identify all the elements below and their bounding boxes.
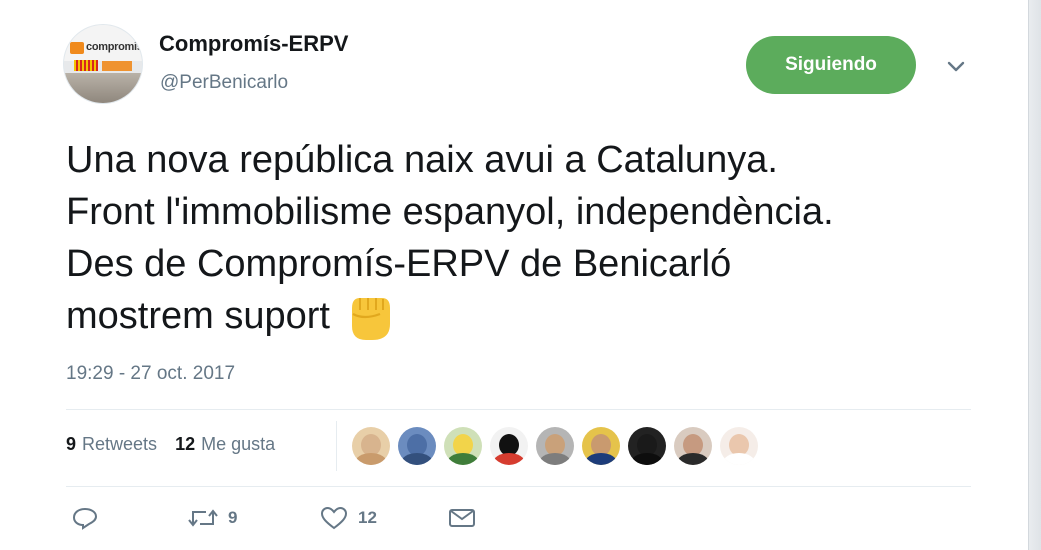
account-handle[interactable]: @PerBenicarlo xyxy=(160,72,288,94)
liker-shoulders xyxy=(539,453,571,465)
like-button[interactable]: 12 xyxy=(320,506,448,530)
tweet-line: Front l'immobilisme espanyol, independèn… xyxy=(66,191,834,233)
chevron-down-icon[interactable] xyxy=(945,58,967,76)
flag-icon xyxy=(74,60,98,71)
avatar[interactable]: compromis xyxy=(64,25,142,103)
liker-shoulders xyxy=(677,453,709,465)
reply-icon xyxy=(72,506,98,530)
tweet-line-text: mostrem suport xyxy=(66,295,330,337)
liker-shoulders xyxy=(631,453,663,465)
liker-shoulders xyxy=(447,453,479,465)
liker-avatar[interactable] xyxy=(490,427,528,465)
tweet-actions: 9 12 xyxy=(66,506,476,530)
liker-shoulders xyxy=(585,453,617,465)
liker-avatar[interactable] xyxy=(398,427,436,465)
retweets-label: Retweets xyxy=(82,434,158,454)
tweet-stats: 9 Retweets 12 Me gusta xyxy=(66,434,293,455)
likes-label: Me gusta xyxy=(201,434,276,454)
account-name[interactable]: Compromís-ERPV xyxy=(159,31,348,57)
liker-avatar[interactable] xyxy=(444,427,482,465)
avatar-brand-text: compromis xyxy=(86,41,142,53)
retweets-stat[interactable]: 9 Retweets xyxy=(66,434,157,455)
like-count: 12 xyxy=(358,508,377,527)
liker-avatars xyxy=(352,427,766,465)
likes-count: 12 xyxy=(175,434,196,454)
direct-message-button[interactable] xyxy=(448,507,476,529)
tweet-line: Una nova república naix avui a Catalunya… xyxy=(66,139,778,181)
likes-stat[interactable]: 12 Me gusta xyxy=(175,434,275,455)
envelope-icon xyxy=(448,507,476,529)
heart-icon xyxy=(320,506,348,530)
liker-avatar[interactable] xyxy=(628,427,666,465)
liker-shoulders xyxy=(355,453,387,465)
liker-shoulders xyxy=(723,453,755,465)
tweet-line: mostrem suport xyxy=(66,290,1016,342)
tweet-line: Des de Compromís-ERPV de Benicarló xyxy=(66,243,732,285)
retweet-button[interactable]: 9 xyxy=(188,506,320,530)
following-button[interactable]: Siguiendo xyxy=(746,36,916,94)
liker-avatar[interactable] xyxy=(352,427,390,465)
liker-avatar[interactable] xyxy=(674,427,712,465)
retweets-count: 9 xyxy=(66,434,77,454)
retweet-count: 9 xyxy=(228,508,238,527)
liker-avatar[interactable] xyxy=(720,427,758,465)
reply-button[interactable] xyxy=(72,506,188,530)
tweet-text: Una nova república naix avui a Catalunya… xyxy=(66,134,1016,342)
liker-shoulders xyxy=(401,453,433,465)
compromis-logo-icon xyxy=(70,42,84,54)
divider xyxy=(66,409,971,410)
liker-shoulders xyxy=(493,453,525,465)
avatar-tag xyxy=(102,61,132,71)
divider xyxy=(66,486,971,487)
window-edge xyxy=(1028,0,1041,550)
liker-avatar[interactable] xyxy=(536,427,574,465)
liker-avatar[interactable] xyxy=(582,427,620,465)
retweet-icon xyxy=(188,506,218,530)
stats-separator xyxy=(336,421,337,471)
raised-fist-icon xyxy=(340,294,396,342)
tweet-timestamp[interactable]: 19:29 - 27 oct. 2017 xyxy=(66,363,235,385)
